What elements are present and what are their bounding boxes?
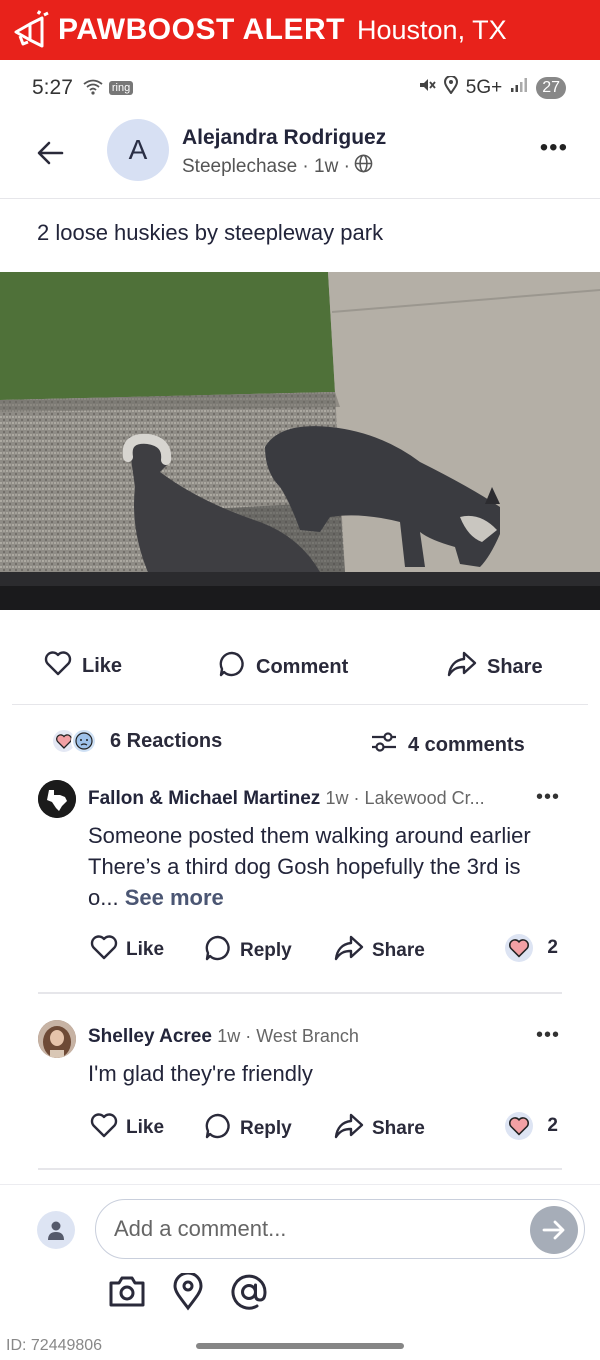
comment-reply-button[interactable]: Reply: [204, 1112, 292, 1146]
heart-filled-icon: [505, 1112, 534, 1140]
home-indicator[interactable]: [196, 1343, 404, 1349]
comment-text: I'm glad they're friendly: [88, 1061, 313, 1086]
post-more-button[interactable]: •••: [540, 134, 568, 162]
back-arrow-icon[interactable]: [36, 138, 66, 168]
status-bar: 5:27 ring 5G+ 27: [0, 60, 600, 116]
battery-indicator: 27: [536, 77, 566, 99]
megaphone-icon: [6, 10, 54, 50]
comment-input[interactable]: Add a comment...: [95, 1199, 585, 1259]
post-meta: Steeplechase · 1w ·: [182, 154, 373, 179]
comment-reaction-number: 2: [547, 937, 558, 958]
listing-id: ID: 72449806: [6, 1337, 103, 1354]
divider: [12, 704, 588, 705]
post-photo[interactable]: [0, 272, 600, 610]
post-actions: Like Comment Share: [0, 640, 600, 688]
divider: [38, 992, 562, 994]
wifi-icon: [83, 75, 103, 101]
comments-count-button[interactable]: 4 comments: [370, 728, 525, 762]
comment-author[interactable]: Shelley Acree 1w · West Branch: [88, 1026, 359, 1048]
pawboost-banner: PAWBOOST ALERT Houston, TX: [0, 0, 600, 60]
post-meta-text: Steeplechase · 1w ·: [182, 155, 350, 177]
comment-like-label: Like: [126, 939, 165, 960]
ring-app-icon: ring: [108, 81, 134, 95]
reaction-sad-icon: [71, 728, 97, 760]
comment-author[interactable]: Fallon & Michael Martinez 1w · Lakewood …: [88, 788, 485, 810]
comment-reply-label: Reply: [240, 940, 292, 961]
signal-icon: [510, 77, 528, 99]
divider: [38, 1168, 562, 1170]
location-pin-icon: [443, 75, 458, 100]
send-arrow-icon[interactable]: [530, 1206, 578, 1254]
speech-bubble-icon: [218, 650, 246, 684]
like-button[interactable]: Like: [44, 650, 122, 682]
comment-actions: Like Reply Share 2: [88, 1112, 558, 1148]
mute-icon: [418, 76, 436, 100]
author-name[interactable]: Alejandra Rodriguez: [182, 126, 386, 150]
comment-input-placeholder: Add a comment...: [114, 1216, 287, 1241]
comment-reaction-count[interactable]: 2: [505, 1112, 558, 1140]
comment-author-name: Shelley Acree: [88, 1026, 212, 1047]
comment-body: I'm glad they're friendly: [88, 1058, 548, 1089]
comment-reply-label: Reply: [240, 1118, 292, 1139]
share-arrow-icon: [447, 650, 477, 684]
user-photo-avatar[interactable]: [38, 1020, 76, 1058]
comment-meta: 1w · West Branch: [217, 1026, 359, 1046]
comment-like-label: Like: [126, 1117, 165, 1138]
reactions-count[interactable]: 6 Reactions: [110, 730, 222, 753]
comment-more-button[interactable]: •••: [536, 786, 560, 809]
composer-tools: [108, 1271, 268, 1316]
comment-more-button[interactable]: •••: [536, 1024, 560, 1047]
person-icon: [37, 1211, 75, 1249]
share-arrow-icon: [334, 934, 364, 968]
status-time: 5:27: [32, 76, 73, 99]
location-pin-icon[interactable]: [172, 1271, 204, 1316]
texas-avatar-icon[interactable]: [38, 780, 76, 818]
comment-label: Comment: [256, 655, 349, 678]
banner-brand: PAWBOOST ALERT: [58, 13, 345, 46]
author-avatar[interactable]: A: [107, 119, 169, 181]
speech-bubble-icon: [204, 1112, 232, 1146]
comment-body: Someone posted them walking around earli…: [88, 820, 548, 913]
reactions-summary: 6 Reactions 4 comments: [0, 722, 600, 762]
camera-icon[interactable]: [108, 1273, 146, 1316]
share-arrow-icon: [334, 1112, 364, 1146]
mention-at-icon[interactable]: [230, 1273, 268, 1316]
speech-bubble-icon: [204, 934, 232, 968]
globe-icon: [354, 154, 373, 179]
sliders-icon: [370, 728, 398, 762]
heart-outline-icon: [90, 1112, 118, 1144]
comment-meta: 1w · Lakewood Cr...: [325, 788, 485, 808]
comment-composer: Add a comment...: [0, 1184, 600, 1360]
comment-button[interactable]: Comment: [218, 650, 348, 684]
post-header: A Alejandra Rodriguez Steeplechase · 1w …: [0, 116, 600, 198]
heart-outline-icon: [90, 934, 118, 966]
see-more-link[interactable]: See more: [125, 885, 224, 910]
comments-count: 4 comments: [408, 733, 525, 756]
banner-location: Houston, TX: [357, 14, 507, 45]
comment-author-name: Fallon & Michael Martinez: [88, 788, 321, 809]
post-text: 2 loose huskies by steepleway park: [37, 220, 384, 245]
comment-like-button[interactable]: Like: [90, 1112, 164, 1144]
share-label: Share: [487, 655, 543, 678]
comment-reply-button[interactable]: Reply: [204, 934, 292, 968]
heart-filled-icon: [505, 934, 534, 962]
comment-share-label: Share: [372, 940, 425, 961]
comment-actions: Like Reply Share 2: [88, 934, 558, 970]
comment-item: Shelley Acree 1w · West Branch ••• I'm g…: [0, 1018, 600, 1168]
comment-share-button[interactable]: Share: [334, 1112, 425, 1146]
share-button[interactable]: Share: [447, 650, 543, 684]
like-label: Like: [82, 654, 123, 677]
comment-reaction-number: 2: [547, 1115, 558, 1136]
comment-share-label: Share: [372, 1118, 425, 1139]
comment-like-button[interactable]: Like: [90, 934, 164, 966]
comment-item: Fallon & Michael Martinez 1w · Lakewood …: [0, 778, 600, 988]
comment-share-button[interactable]: Share: [334, 934, 425, 968]
comment-reaction-count[interactable]: 2: [505, 934, 558, 962]
heart-outline-icon: [44, 650, 72, 682]
divider: [0, 198, 600, 199]
network-label: 5G+: [465, 77, 503, 98]
